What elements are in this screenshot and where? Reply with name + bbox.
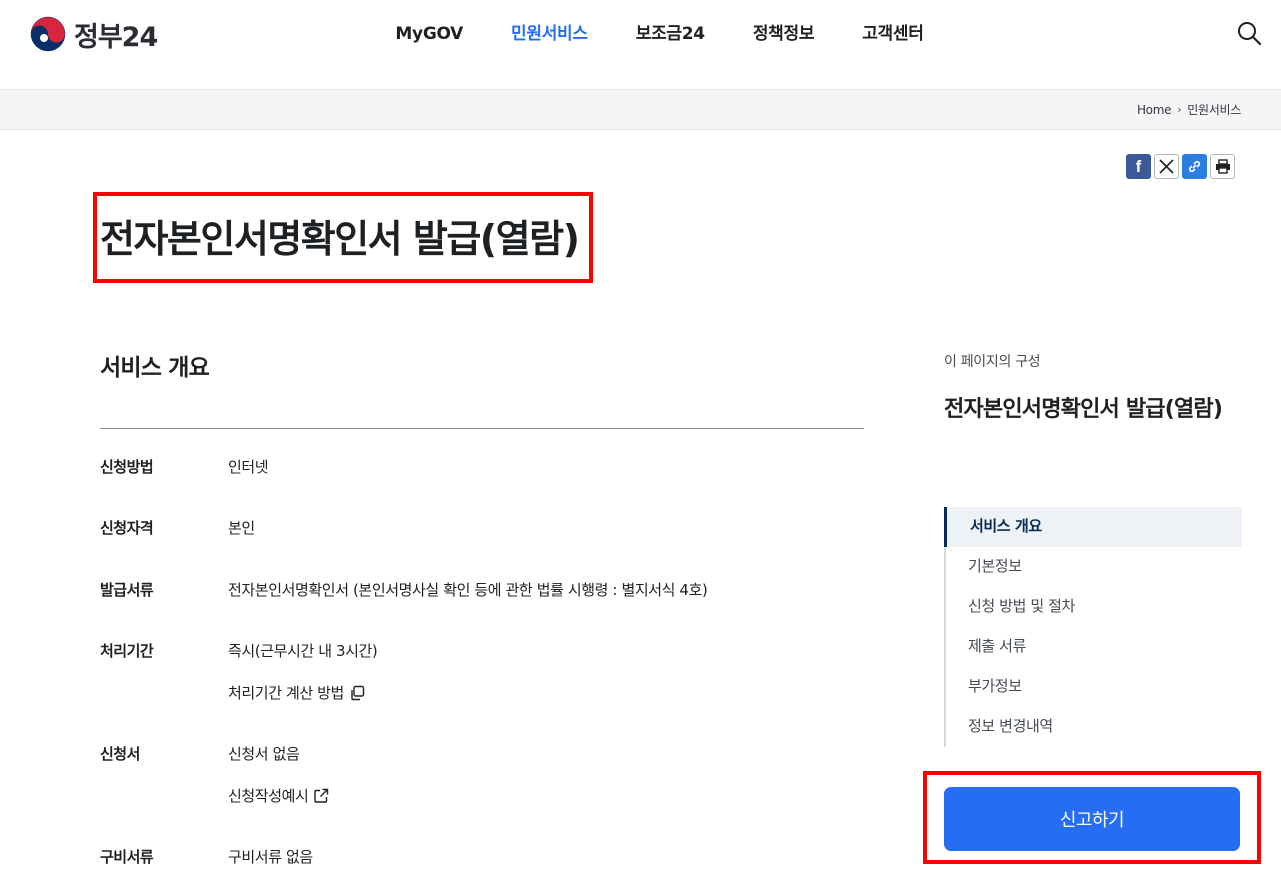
nav-item-policy-info[interactable]: 정책정보 [753, 20, 815, 48]
share-toolbar: f [1126, 154, 1235, 179]
chevron-right-icon: › [1177, 103, 1182, 116]
section-title-overview: 서비스 개요 [100, 355, 210, 381]
info-label: 신청서 [100, 745, 140, 763]
info-value: 인터넷 [228, 458, 269, 476]
info-label: 신청방법 [100, 458, 154, 476]
link-label: 처리기간 계산 방법 [228, 684, 344, 702]
facebook-icon[interactable]: f [1126, 154, 1151, 179]
breadcrumb-bar: Home › 민원서비스 [0, 90, 1281, 130]
nav-item-customer-center[interactable]: 고객센터 [862, 20, 924, 48]
search-icon[interactable] [1236, 20, 1262, 46]
toc-item-additional-info[interactable]: 부가정보 [944, 667, 1242, 707]
toc-list: 서비스 개요 기본정보 신청 방법 및 절차 제출 서류 부가정보 정보 변경내… [944, 507, 1242, 747]
external-link-icon [314, 788, 329, 803]
breadcrumb: Home › 민원서비스 [1137, 101, 1241, 118]
info-value: 신청서 없음 [228, 745, 300, 763]
x-logo-glyph [1159, 159, 1174, 174]
toc-item-submission-docs[interactable]: 제출 서류 [944, 627, 1242, 667]
toc-item-basic-info[interactable]: 기본정보 [944, 547, 1242, 587]
nav-item-subsidy24[interactable]: 보조금24 [636, 20, 705, 48]
info-label: 신청자격 [100, 519, 154, 537]
toc-item-overview[interactable]: 서비스 개요 [944, 507, 1242, 547]
nav-item-mygov[interactable]: MyGOV [395, 20, 463, 48]
report-button[interactable]: 신고하기 [944, 787, 1240, 851]
x-icon[interactable] [1154, 154, 1179, 179]
breadcrumb-home[interactable]: Home [1137, 103, 1172, 117]
link-label: 신청작성예시 [228, 787, 309, 805]
facebook-letter: f [1135, 156, 1142, 176]
info-value: 본인 [228, 519, 255, 537]
toc-item-change-history[interactable]: 정보 변경내역 [944, 707, 1242, 747]
breadcrumb-current[interactable]: 민원서비스 [1187, 101, 1241, 118]
info-label: 구비서류 [100, 848, 154, 866]
info-value: 즉시(근무시간 내 3시간) [228, 642, 378, 660]
nav-item-civil-services[interactable]: 민원서비스 [511, 20, 588, 48]
toc-item-method-procedure[interactable]: 신청 방법 및 절차 [944, 587, 1242, 627]
printer-glyph [1215, 159, 1230, 174]
info-label: 발급서류 [100, 581, 154, 599]
toc-title: 전자본인서명확인서 발급(열람) [944, 397, 1223, 422]
info-value: 구비서류 없음 [228, 848, 313, 866]
copy-icon [351, 685, 365, 701]
print-icon[interactable] [1210, 154, 1235, 179]
page-title: 전자본인서명확인서 발급(열람) [100, 217, 580, 261]
section-divider [100, 428, 864, 429]
chain-link-glyph [1188, 160, 1201, 173]
processing-time-calc-link[interactable]: 처리기간 계산 방법 [228, 682, 365, 704]
info-label: 처리기간 [100, 642, 154, 660]
info-value: 전자본인서명확인서 (본인서명사실 확인 등에 관한 법률 시행령 : 별지서식… [228, 581, 708, 599]
toc-caption: 이 페이지의 구성 [944, 354, 1041, 370]
application-example-link[interactable]: 신청작성예시 [228, 785, 329, 807]
site-header: 정부24 MyGOV 민원서비스 보조금24 정책정보 고객센터 [0, 0, 1281, 90]
main-nav: MyGOV 민원서비스 보조금24 정책정보 고객센터 [0, 20, 1281, 48]
link-icon[interactable] [1182, 154, 1207, 179]
